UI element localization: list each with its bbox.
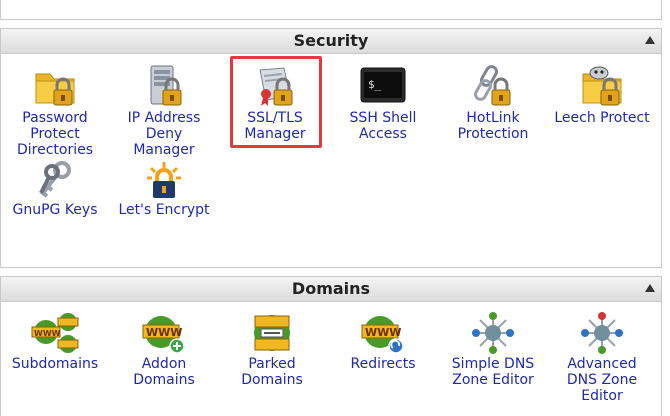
addon-domains-item[interactable]: WWW Addon Domains bbox=[114, 312, 214, 388]
lets-encrypt-lock-icon bbox=[147, 162, 181, 198]
subdomains-item[interactable]: WWW Subdomains bbox=[5, 312, 105, 372]
password-protect-directories-item[interactable]: Password Protect Directories bbox=[5, 64, 105, 158]
item-label: Advanced DNS Zone Editor bbox=[566, 356, 638, 404]
advanced-dns-zone-editor-item[interactable]: Advanced DNS Zone Editor bbox=[552, 312, 652, 404]
hotlink-protection-item[interactable]: HotLink Protection bbox=[443, 64, 543, 142]
keys-icon bbox=[39, 161, 71, 198]
terminal-icon: $_ bbox=[360, 67, 406, 103]
domains-panel-title: Domains bbox=[291, 279, 371, 298]
collapse-arrow-icon[interactable] bbox=[645, 284, 655, 292]
www-globes-icon: WWW bbox=[31, 313, 79, 353]
certificate-lock-icon bbox=[259, 67, 293, 106]
dns-network-icon bbox=[472, 312, 514, 354]
item-label: Leech Protect bbox=[554, 110, 650, 126]
www-parked-icon bbox=[254, 315, 290, 351]
item-label: Subdomains bbox=[11, 356, 99, 372]
previous-panel bbox=[0, 0, 662, 20]
item-label: Password Protect Directories bbox=[16, 110, 94, 158]
item-label: Let's Encrypt bbox=[118, 202, 210, 218]
item-label: Parked Domains bbox=[241, 356, 303, 388]
www-text: WWW bbox=[146, 326, 182, 339]
folder-lock-icon bbox=[35, 73, 75, 106]
collapse-arrow-icon[interactable] bbox=[645, 36, 655, 44]
redirects-item[interactable]: WWW Redirects bbox=[333, 312, 433, 372]
dns-network-advanced-icon bbox=[581, 312, 623, 354]
chain-lock-icon bbox=[474, 65, 511, 106]
item-label: Addon Domains bbox=[133, 356, 195, 388]
item-label: SSL/TLS Manager bbox=[244, 110, 306, 142]
item-label: SSH Shell Access bbox=[349, 110, 417, 142]
folder-leech-lock-icon bbox=[582, 66, 622, 106]
item-label: IP Address Deny Manager bbox=[127, 110, 201, 158]
lets-encrypt-item[interactable]: Let's Encrypt bbox=[114, 160, 214, 218]
www-add-icon: WWW bbox=[142, 316, 185, 354]
terminal-prompt: $_ bbox=[368, 78, 382, 91]
www-text: WWW bbox=[34, 329, 61, 338]
ssh-shell-access-item[interactable]: $_ SSH Shell Access bbox=[333, 64, 433, 142]
security-panel-header[interactable]: Security bbox=[1, 29, 661, 54]
item-label: GnuPG Keys bbox=[12, 202, 98, 218]
item-label: Redirects bbox=[350, 356, 416, 372]
parked-domains-item[interactable]: Parked Domains bbox=[222, 312, 322, 388]
simple-dns-zone-editor-item[interactable]: Simple DNS Zone Editor bbox=[443, 312, 543, 388]
gnupg-keys-item[interactable]: GnuPG Keys bbox=[5, 160, 105, 218]
server-lock-icon bbox=[150, 65, 182, 106]
ip-address-deny-manager-item[interactable]: IP Address Deny Manager bbox=[114, 64, 214, 158]
domains-panel-header[interactable]: Domains bbox=[1, 277, 661, 302]
www-text: WWW bbox=[365, 326, 401, 339]
www-redirect-icon: WWW bbox=[361, 316, 404, 354]
ssl-tls-manager-item[interactable]: SSL/TLS Manager bbox=[225, 64, 325, 142]
item-label: HotLink Protection bbox=[457, 110, 529, 142]
item-label: Simple DNS Zone Editor bbox=[451, 356, 535, 388]
security-panel-title: Security bbox=[293, 31, 369, 50]
leech-protect-item[interactable]: Leech Protect bbox=[552, 64, 652, 126]
